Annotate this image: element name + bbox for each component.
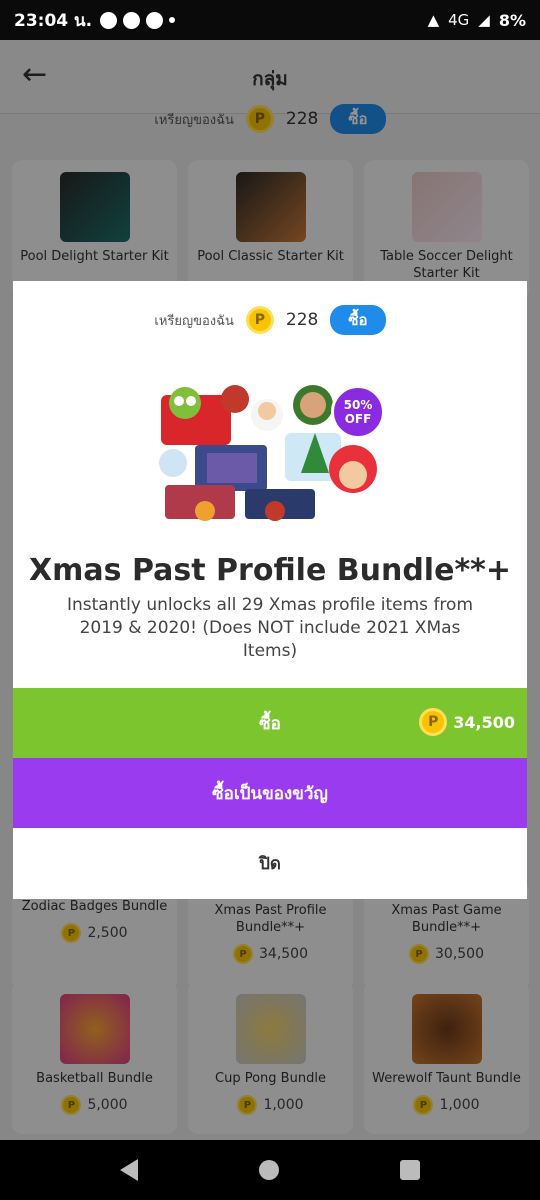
status-right: ▲ 4G ◢ 8% — [428, 11, 526, 30]
battery-label: 8% — [498, 10, 526, 30]
notification-icons — [100, 11, 176, 29]
buy-coins-button[interactable]: ซื้อ — [330, 305, 386, 335]
my-coins-label: เหรียญของฉัน — [154, 313, 234, 329]
network-label: 4G — [448, 11, 470, 29]
coin-icon: P — [419, 708, 448, 736]
bundle-description: Instantly unlocks all 29 Xmas profile it… — [67, 595, 473, 661]
coin-icon: P — [245, 306, 274, 334]
bundle-title: Xmas Past Profile Bundle**+ — [29, 553, 511, 588]
bundle-detail-modal: เหรียญของฉัน P 228 ซื้อ 50% OFF Xmas Pas… — [13, 281, 527, 899]
nav-home-icon[interactable] — [258, 1160, 279, 1180]
buy-price: P 34,500 — [419, 708, 515, 736]
close-button[interactable]: ปิด — [13, 828, 527, 899]
buy-as-gift-label: ซื้อเป็นของขวัญ — [212, 783, 328, 804]
buy-as-gift-button[interactable]: ซื้อเป็นของขวัญ — [13, 758, 527, 828]
buy-button[interactable]: ซื้อ P 34,500 — [13, 688, 527, 758]
status-time: 23:04 น. — [14, 10, 93, 31]
line-icon — [146, 11, 164, 29]
status-bar: 23:04 น. ▲ 4G ◢ 8% — [0, 0, 540, 40]
nav-recent-apps-icon[interactable] — [399, 1160, 420, 1180]
discount-badge: 50% OFF — [331, 385, 385, 439]
messenger-icon — [100, 11, 118, 29]
buy-price-value: 34,500 — [453, 712, 515, 732]
signal-icon: ◢ — [478, 11, 490, 29]
more-notifications-icon — [169, 17, 176, 23]
my-coins-amount: 228 — [285, 310, 319, 330]
nav-back-icon[interactable] — [120, 1159, 139, 1181]
signal-icon: ▲ — [427, 11, 440, 29]
close-button-label: ปิด — [259, 854, 281, 874]
system-nav-bar — [0, 1140, 540, 1200]
buy-button-label: ซื้อ — [259, 713, 281, 734]
discount-badge-text: 50% OFF — [343, 398, 373, 426]
modal-my-coins: เหรียญของฉัน P 228 ซื้อ — [13, 305, 527, 335]
messenger-icon — [123, 11, 141, 29]
